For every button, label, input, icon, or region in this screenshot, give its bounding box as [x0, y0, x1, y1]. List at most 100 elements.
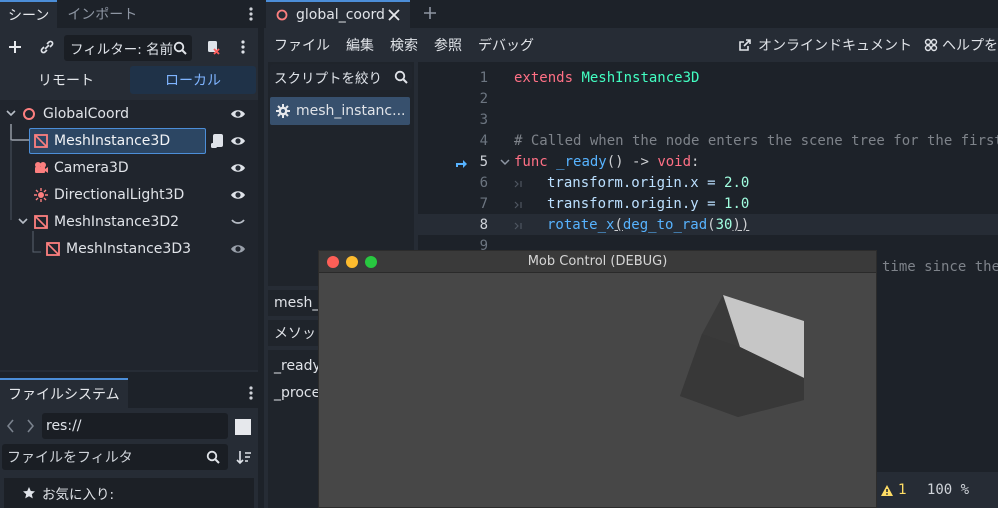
script-remove-icon[interactable] [204, 38, 222, 56]
tree-row-meshinstance3d3[interactable]: MeshInstance3D3 [0, 236, 256, 262]
visibility-eye-icon[interactable] [230, 134, 246, 148]
close-window-button[interactable] [327, 256, 339, 268]
game-window-title: Mob Control (DEBUG) [527, 254, 668, 269]
link-icon[interactable] [38, 38, 56, 56]
menu-file[interactable]: ファイル [274, 35, 330, 55]
file-filter-input[interactable]: ファイルをフィルタ [2, 444, 228, 470]
code-line-4: # Called when the node enters the scene … [514, 133, 998, 149]
mesh-icon [46, 242, 60, 256]
tab-filesystem[interactable]: ファイルシステム [0, 378, 128, 408]
back-icon[interactable] [7, 419, 15, 433]
menu-edit[interactable]: 編集 [346, 35, 374, 55]
star-icon [23, 487, 35, 499]
tree-row-globalcoord[interactable]: GlobalCoord [0, 101, 256, 127]
tree-label: MeshInstance3D3 [66, 241, 192, 257]
gear-icon [276, 104, 290, 118]
tree-row-meshinstance3d2[interactable]: MeshInstance3D2 [0, 209, 256, 235]
tab-global-coord[interactable]: global_coord [266, 0, 410, 28]
tree-row-meshinstance3d[interactable]: MeshInstance3D [0, 128, 256, 154]
scene-filter-input[interactable]: フィルター: 名前 [64, 35, 192, 61]
visibility-eye-icon[interactable] [230, 161, 246, 175]
minimize-window-button[interactable] [346, 256, 358, 268]
local-button[interactable]: ローカル [130, 66, 256, 94]
visibility-eye-icon[interactable] [230, 188, 246, 202]
code-line-6: transform.origin.x = 2.0 [547, 175, 750, 191]
override-arrow-icon[interactable] [454, 157, 468, 169]
add-node-icon[interactable] [6, 38, 24, 56]
line-number: 3 [479, 112, 488, 128]
method-item[interactable]: _ready [274, 358, 321, 374]
tree-row-directionallight3d[interactable]: DirectionalLight3D [0, 182, 256, 208]
fold-chevron-icon[interactable] [500, 159, 510, 167]
warning-icon[interactable] [880, 484, 894, 497]
filesystem-tabs: ファイルシステム [0, 378, 262, 408]
scene-menu-icon[interactable] [238, 38, 248, 56]
filesystem-panel: res:// ファイルをフィルタ お気に入り: [0, 408, 258, 508]
add-tab-icon[interactable] [423, 6, 437, 20]
scene-panel: フィルター: 名前 リモート ローカル GlobalCoord MeshInst… [0, 28, 258, 372]
visibility-eye-icon[interactable] [230, 242, 246, 256]
method-item[interactable]: _proce [274, 385, 320, 401]
tab-indicator-icon [514, 201, 522, 209]
status-bar: 1 100 % [876, 472, 998, 508]
search-icon [394, 70, 408, 84]
script-item[interactable]: mesh_instanc... [270, 97, 410, 125]
line-number: 2 [479, 91, 488, 107]
script-icon[interactable] [211, 133, 225, 149]
help-icon [924, 38, 938, 52]
game-window[interactable]: Mob Control (DEBUG) [318, 250, 877, 508]
filesystem-dock: ファイルシステム res:// ファイルをフィルタ お気に入り: [0, 378, 262, 508]
cube-mesh [680, 295, 804, 417]
zoom-level[interactable]: 100 % [927, 482, 969, 498]
tree-label: MeshInstance3D [54, 133, 171, 149]
tab-indicator-icon [514, 222, 522, 230]
close-icon[interactable] [388, 9, 400, 21]
split-mode-icon[interactable] [235, 419, 251, 435]
favorites-row[interactable]: お気に入り: [4, 478, 254, 508]
code-line-5: func _ready() -> void: [514, 154, 700, 170]
game-viewport[interactable] [319, 274, 876, 508]
line-number: 4 [479, 133, 488, 149]
menu-debug[interactable]: デバッグ [478, 35, 534, 55]
dock-menu-icon[interactable] [244, 0, 258, 28]
camera-icon [35, 162, 48, 173]
search-icon [206, 450, 220, 464]
tree-label: MeshInstance3D2 [54, 214, 180, 230]
line-number: 6 [479, 175, 488, 191]
node3d-icon [23, 108, 35, 120]
left-dock: シーン インポート フィルター: 名前 リモート ローカル GlobalCoor… [0, 0, 262, 508]
menu-goto[interactable]: 参照 [434, 35, 462, 55]
forward-icon[interactable] [26, 419, 34, 433]
zoom-window-button[interactable] [365, 256, 377, 268]
line-number: 8 [479, 217, 488, 233]
node3d-icon [276, 9, 288, 21]
tree-row-camera3d[interactable]: Camera3D [0, 155, 256, 181]
tab-import[interactable]: インポート [57, 0, 145, 28]
tab-indicator-icon [514, 180, 522, 188]
code-line-10-tail: time since the [882, 259, 998, 275]
menu-search[interactable]: 検索 [390, 35, 418, 55]
mesh-icon [34, 215, 48, 229]
search-icon [173, 41, 187, 55]
tree-label: Camera3D [54, 160, 129, 176]
visibility-closed-icon[interactable] [230, 215, 246, 229]
online-docs-button[interactable]: オンラインドキュメント [738, 36, 912, 54]
script-filter-input[interactable]: スクリプトを絞り [270, 64, 412, 90]
code-line-1: extends MeshInstance3D [514, 70, 700, 86]
path-field[interactable]: res:// [42, 413, 228, 439]
code-line-8: rotate_x(deg_to_rad(30)) [547, 217, 750, 233]
tree-label: DirectionalLight3D [54, 187, 185, 203]
mesh-icon [34, 134, 48, 148]
game-window-titlebar[interactable]: Mob Control (DEBUG) [319, 251, 876, 273]
remote-button[interactable]: リモート [4, 66, 128, 94]
tab-scene[interactable]: シーン [0, 0, 58, 28]
light-icon [34, 188, 48, 202]
sort-icon[interactable] [236, 449, 252, 465]
visibility-eye-icon[interactable] [230, 107, 246, 121]
external-link-icon [739, 39, 751, 51]
dock-menu-icon[interactable] [244, 378, 258, 408]
chevron-down-icon[interactable] [18, 218, 28, 226]
help-button[interactable]: ヘルプを [924, 36, 998, 54]
chevron-down-icon[interactable] [6, 110, 16, 118]
scene-tree: GlobalCoord MeshInstance3D Camera3D Dire… [0, 100, 258, 370]
